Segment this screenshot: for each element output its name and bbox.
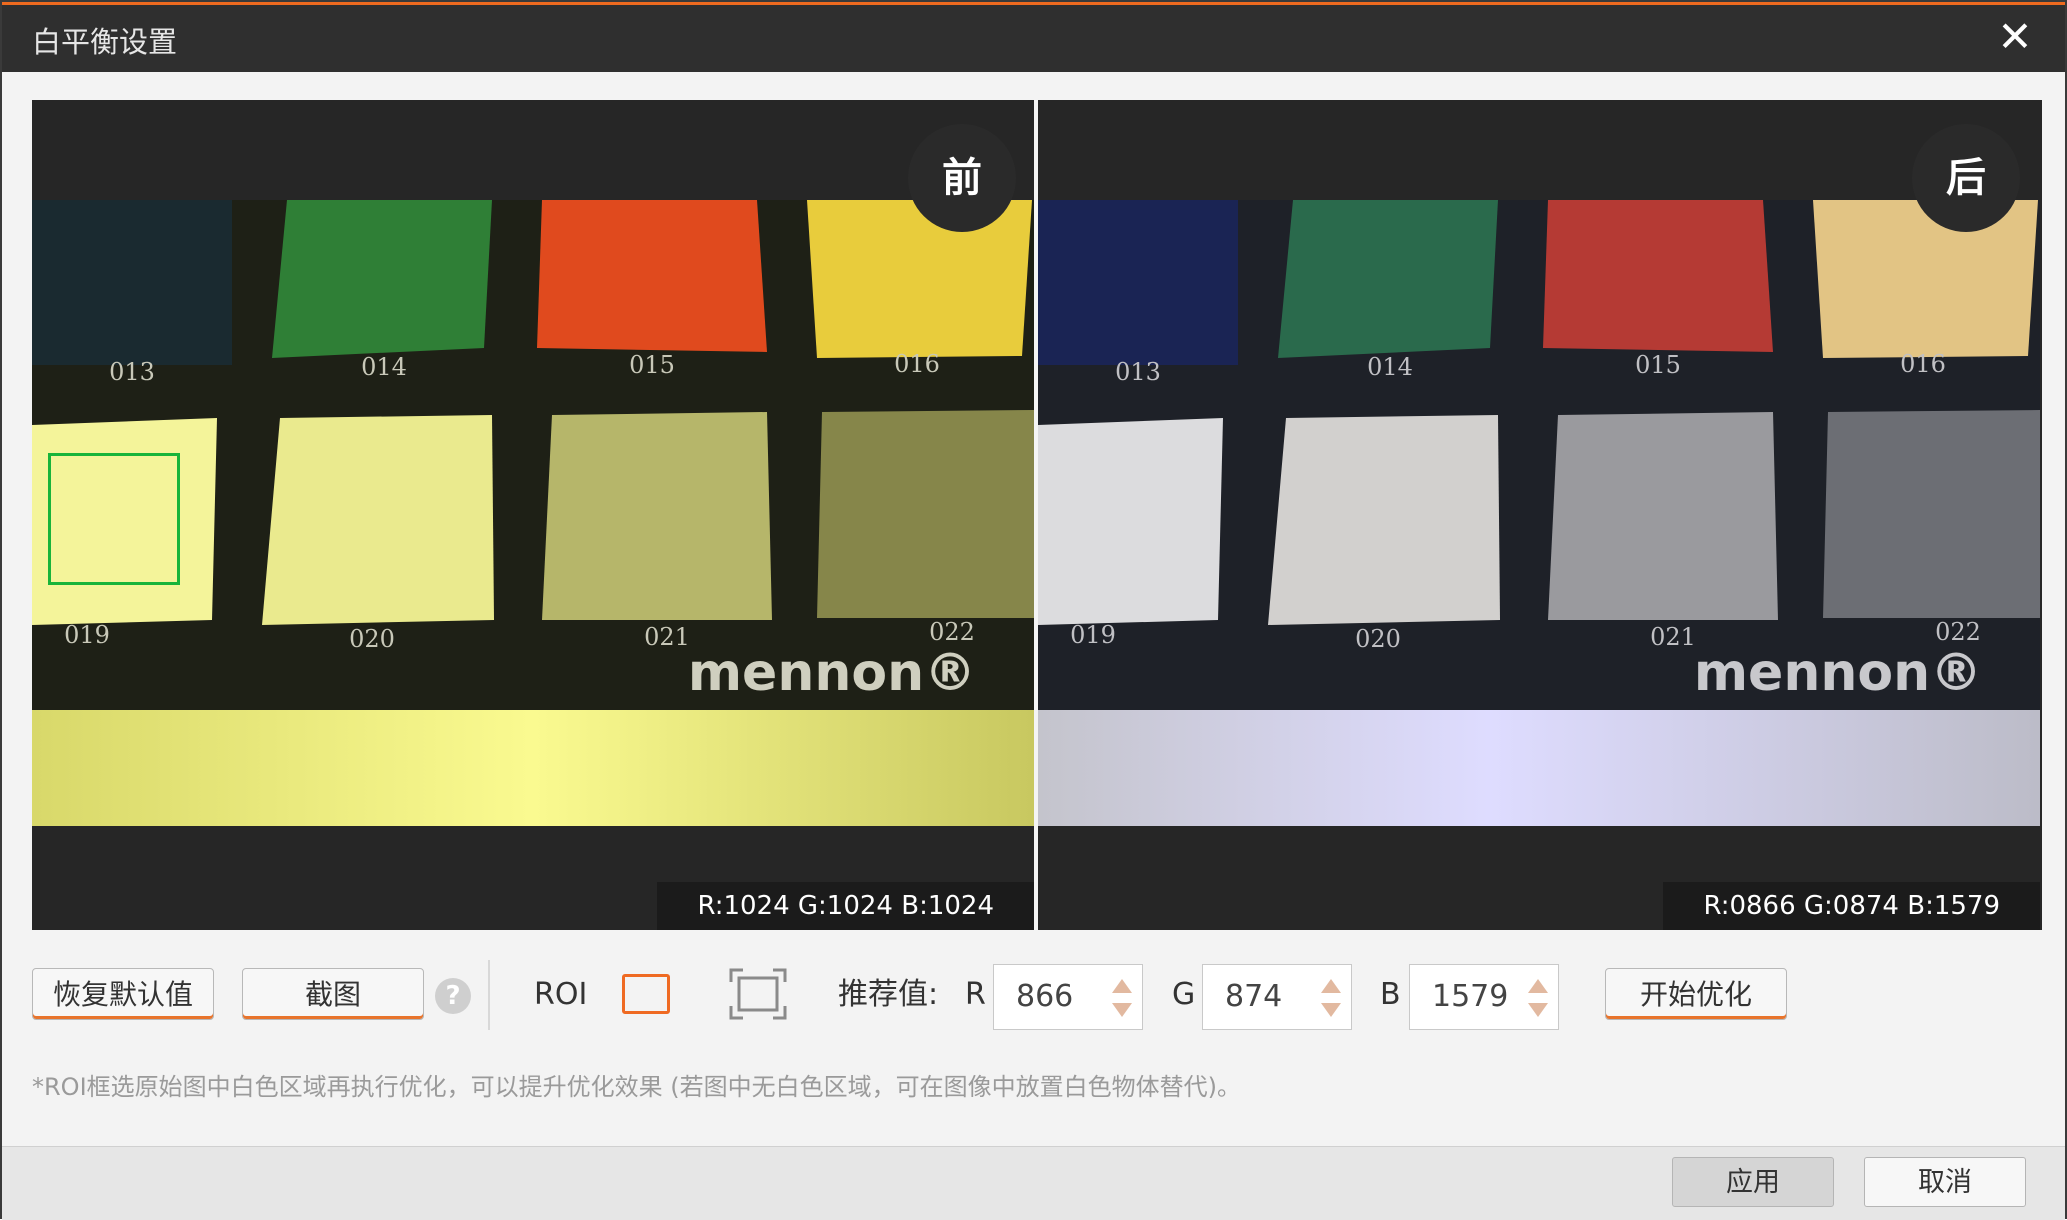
patch-label: 015	[629, 351, 675, 379]
brand-logo-text: mennon®	[688, 643, 976, 703]
patch-label: 016	[1900, 350, 1946, 378]
r-decrement-icon[interactable]	[1112, 1003, 1132, 1017]
patch-label: 013	[109, 358, 155, 386]
before-rgb-readout: R:1024 G:1024 B:1024	[657, 882, 1034, 930]
patch-label: 021	[644, 623, 690, 651]
g-increment-icon[interactable]	[1321, 979, 1341, 993]
after-preview[interactable]: 013 014 015 016 019 020 021 022 mennon® …	[1038, 100, 2040, 930]
window-title: 白平衡设置	[32, 25, 178, 59]
white-balance-dialog: 白平衡设置 ✕ 013 014 015 016 019 020 021 022 …	[0, 0, 2067, 1220]
brand-logo-text: mennon®	[1694, 643, 1982, 703]
reset-default-button[interactable]: 恢复默认值	[32, 968, 214, 1020]
dialog-footer: 应用 取消	[2, 1146, 2065, 1220]
b-label: B	[1380, 977, 1401, 1012]
help-icon[interactable]: ?	[435, 978, 471, 1014]
title-bar: 白平衡设置 ✕	[2, 5, 2065, 72]
preview-area: 013 014 015 016 019 020 021 022 mennon®	[32, 100, 2042, 930]
patch-label: 021	[1650, 623, 1696, 651]
patch-label: 019	[64, 621, 110, 649]
recommended-label: 推荐值:	[838, 977, 939, 1012]
patch-label: 020	[1355, 625, 1401, 653]
patch-label: 015	[1635, 351, 1681, 379]
patch-label: 022	[929, 618, 975, 646]
b-decrement-icon[interactable]	[1528, 1003, 1548, 1017]
b-value: 1579	[1432, 979, 1509, 1014]
r-label: R	[965, 977, 986, 1012]
before-badge: 前	[908, 124, 1016, 232]
after-rgb-readout: R:0866 G:0874 B:1579	[1663, 882, 2040, 930]
roi-hint-note: *ROI框选原始图中白色区域再执行优化，可以提升优化效果 (若图中无白色区域，可…	[32, 1073, 1241, 1101]
b-increment-icon[interactable]	[1528, 979, 1548, 993]
close-icon[interactable]: ✕	[1987, 9, 2043, 65]
snapshot-button[interactable]: 截图	[242, 968, 424, 1020]
before-image-svg: 013 014 015 016 019 020 021 022 mennon®	[32, 200, 1034, 826]
after-image-svg: 013 014 015 016 019 020 021 022 mennon®	[1038, 200, 2040, 826]
patch-label: 020	[349, 625, 395, 653]
r-value-spinbox[interactable]: 866	[993, 964, 1143, 1030]
patch-label: 014	[361, 353, 407, 381]
patch-label: 019	[1070, 621, 1116, 649]
roi-label: ROI	[534, 977, 588, 1012]
g-decrement-icon[interactable]	[1321, 1003, 1341, 1017]
g-value-spinbox[interactable]: 874	[1202, 964, 1352, 1030]
r-value: 866	[1016, 979, 1074, 1014]
roi-selection-box[interactable]	[48, 453, 180, 585]
apply-button[interactable]: 应用	[1672, 1157, 1834, 1207]
cancel-button[interactable]: 取消	[1864, 1157, 2026, 1207]
g-label: G	[1172, 977, 1196, 1012]
start-optimize-button[interactable]: 开始优化	[1605, 968, 1787, 1020]
fit-view-icon[interactable]	[729, 968, 787, 1020]
g-value: 874	[1225, 979, 1283, 1014]
before-image: 013 014 015 016 019 020 021 022 mennon®	[32, 200, 1034, 826]
roi-rectangle-tool-icon[interactable]	[622, 974, 670, 1014]
after-image: 013 014 015 016 019 020 021 022 mennon®	[1038, 200, 2040, 826]
b-value-spinbox[interactable]: 1579	[1409, 964, 1559, 1030]
patch-label: 016	[894, 350, 940, 378]
dialog-content: 013 014 015 016 019 020 021 022 mennon®	[2, 72, 2065, 1146]
before-preview[interactable]: 013 014 015 016 019 020 021 022 mennon®	[32, 100, 1034, 930]
controls-toolbar: 恢复默认值 截图 ? ROI 推荐值: R 866 G 874 B 1579 开…	[32, 960, 2042, 1030]
patch-label: 022	[1935, 618, 1981, 646]
r-increment-icon[interactable]	[1112, 979, 1132, 993]
toolbar-separator	[488, 960, 490, 1030]
after-badge: 后	[1912, 124, 2020, 232]
patch-label: 014	[1367, 353, 1413, 381]
patch-label: 013	[1115, 358, 1161, 386]
